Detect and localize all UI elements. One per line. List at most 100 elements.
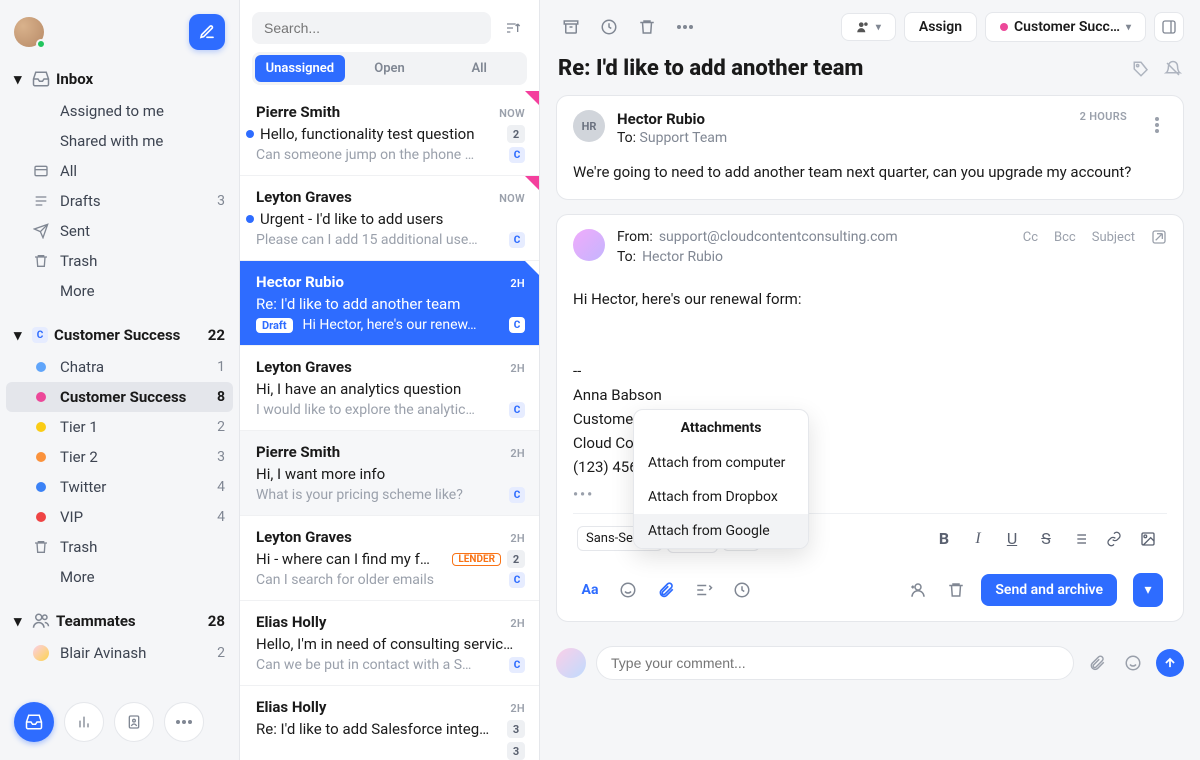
- image-button[interactable]: [1133, 525, 1163, 553]
- user-avatar[interactable]: [14, 17, 44, 47]
- comment-attach-icon[interactable]: [1084, 650, 1110, 676]
- schedule-button[interactable]: [729, 577, 755, 603]
- team-section-toggle[interactable]: ▾ Teammates 28: [6, 604, 233, 638]
- subject-button[interactable]: Subject: [1092, 230, 1135, 245]
- conversation-item[interactable]: Elias Holly2H Hello, I'm in need of cons…: [240, 601, 539, 686]
- attachment-button[interactable]: [653, 577, 679, 603]
- attach-google[interactable]: Attach from Google: [634, 514, 808, 548]
- sidebar-item[interactable]: Twitter4: [6, 472, 233, 502]
- comment-emoji-icon[interactable]: [1120, 650, 1146, 676]
- list-button[interactable]: [1065, 525, 1095, 553]
- message-menu-button[interactable]: [1147, 110, 1167, 140]
- conversation-item[interactable]: Pierre SmithNOW Hello, functionality tes…: [240, 91, 539, 176]
- strike-button[interactable]: S: [1031, 525, 1061, 553]
- text-format-button[interactable]: Aa: [577, 577, 603, 603]
- message-body: We're going to need to add another team …: [573, 162, 1167, 183]
- search-input[interactable]: [252, 12, 491, 44]
- conversation-item[interactable]: Leyton Graves2H Hi - where can I find my…: [240, 516, 539, 601]
- tab-open[interactable]: Open: [345, 55, 435, 82]
- cc-button[interactable]: Cc: [1023, 230, 1038, 245]
- attach-dropbox[interactable]: Attach from Dropbox: [634, 480, 808, 514]
- conversation-item[interactable]: Leyton Graves2H Hi, I have an analytics …: [240, 346, 539, 431]
- sidebar-item[interactable]: More: [6, 562, 233, 592]
- sidebar-item[interactable]: Trash: [6, 532, 233, 562]
- tab-all[interactable]: All: [434, 55, 524, 82]
- sidebar-item[interactable]: All: [6, 156, 233, 186]
- popover-title: Attachments: [634, 410, 808, 446]
- tag-icon[interactable]: [1132, 60, 1150, 78]
- main-pane: ▾ Assign Customer Succ… ▾ Re: I'd like t…: [540, 0, 1200, 760]
- discard-button[interactable]: [943, 577, 969, 603]
- comment-input[interactable]: [596, 646, 1074, 680]
- compose-button[interactable]: [189, 14, 225, 50]
- attach-computer[interactable]: Attach from computer: [634, 446, 808, 480]
- team-section-label: Teammates: [56, 612, 202, 630]
- cs-badge-icon: C: [32, 327, 48, 343]
- footer-analytics-button[interactable]: [64, 702, 104, 742]
- count-badge: 3: [507, 720, 525, 738]
- assignee-dropdown[interactable]: ▾: [841, 13, 896, 41]
- sidebar-item[interactable]: Trash: [6, 246, 233, 276]
- expand-button[interactable]: [1154, 12, 1184, 42]
- assign-button[interactable]: Assign: [904, 12, 977, 42]
- popout-button[interactable]: [1151, 229, 1167, 245]
- bcc-button[interactable]: Bcc: [1054, 230, 1076, 245]
- sidebar-item[interactable]: Tier 12: [6, 412, 233, 442]
- send-button[interactable]: Send and archive: [981, 574, 1117, 606]
- conversation-item[interactable]: Hector Rubio2H Re: I'd like to add anoth…: [240, 261, 539, 346]
- count-badge: 2: [507, 550, 525, 568]
- sidebar-item[interactable]: Chatra1: [6, 352, 233, 382]
- sidebar-item[interactable]: Shared with me: [6, 126, 233, 156]
- inbox-section-toggle[interactable]: ▾ Inbox: [6, 62, 233, 96]
- italic-button[interactable]: I: [963, 525, 993, 553]
- add-participant-button[interactable]: [905, 577, 931, 603]
- quick-reply-button[interactable]: [691, 577, 717, 603]
- sort-button[interactable]: [499, 14, 527, 42]
- trash-button[interactable]: [632, 12, 662, 42]
- inbox-badge: C: [509, 657, 525, 673]
- inbox-icon: [32, 70, 50, 88]
- teammate-blair[interactable]: Blair Avinash 2: [6, 638, 233, 668]
- cs-section-toggle[interactable]: ▾ C Customer Success 22: [6, 318, 233, 352]
- sender-name: Hector Rubio: [617, 110, 1068, 128]
- color-dot-icon: [32, 512, 50, 522]
- message-time: 2 HOURS: [1080, 110, 1127, 123]
- count-badge: 2: [507, 125, 525, 143]
- footer-inbox-button[interactable]: [14, 702, 54, 742]
- underline-button[interactable]: U: [997, 525, 1027, 553]
- link-button[interactable]: [1099, 525, 1129, 553]
- conversation-item[interactable]: Pierre Smith2H Hi, I want more info What…: [240, 431, 539, 516]
- color-dot-icon: [32, 392, 50, 402]
- conversation-item[interactable]: Leyton GravesNOW Urgent - I'd like to ad…: [240, 176, 539, 261]
- footer-more-button[interactable]: [164, 702, 204, 742]
- inbox-badge: C: [509, 487, 525, 503]
- more-actions-button[interactable]: [670, 12, 700, 42]
- emoji-button[interactable]: [615, 577, 641, 603]
- teammate-count: 2: [217, 645, 225, 661]
- unread-dot-icon: [246, 215, 254, 223]
- send-options-button[interactable]: ▾: [1133, 573, 1163, 607]
- sidebar-item[interactable]: Drafts3: [6, 186, 233, 216]
- chevron-down-icon: ▾: [14, 612, 26, 630]
- footer-contacts-button[interactable]: [114, 702, 154, 742]
- archive-button[interactable]: [556, 12, 586, 42]
- inbox-badge: C: [509, 402, 525, 418]
- comment-send-button[interactable]: [1156, 649, 1184, 677]
- conversation-item[interactable]: Elias Holly2H Re: I'd like to add Salesf…: [240, 686, 539, 760]
- conversation-list: Unassigned Open All Pierre SmithNOW Hell…: [240, 0, 540, 760]
- snooze-button[interactable]: [594, 12, 624, 42]
- sidebar-item[interactable]: More: [6, 276, 233, 306]
- tag-dropdown[interactable]: Customer Succ… ▾: [985, 12, 1146, 42]
- bold-button[interactable]: B: [929, 525, 959, 553]
- comment-avatar: [556, 648, 586, 678]
- sidebar-item[interactable]: Sent: [6, 216, 233, 246]
- sidebar-item[interactable]: VIP4: [6, 502, 233, 532]
- tab-unassigned[interactable]: Unassigned: [255, 55, 345, 82]
- draft-badge: Draft: [256, 318, 293, 333]
- sidebar-item[interactable]: Tier 23: [6, 442, 233, 472]
- sidebar-item[interactable]: Assigned to me: [6, 96, 233, 126]
- drafts-icon: [32, 193, 50, 209]
- mute-icon[interactable]: [1164, 60, 1182, 78]
- inbox-label: Inbox: [56, 70, 93, 88]
- sidebar-item[interactable]: Customer Success8: [6, 382, 233, 412]
